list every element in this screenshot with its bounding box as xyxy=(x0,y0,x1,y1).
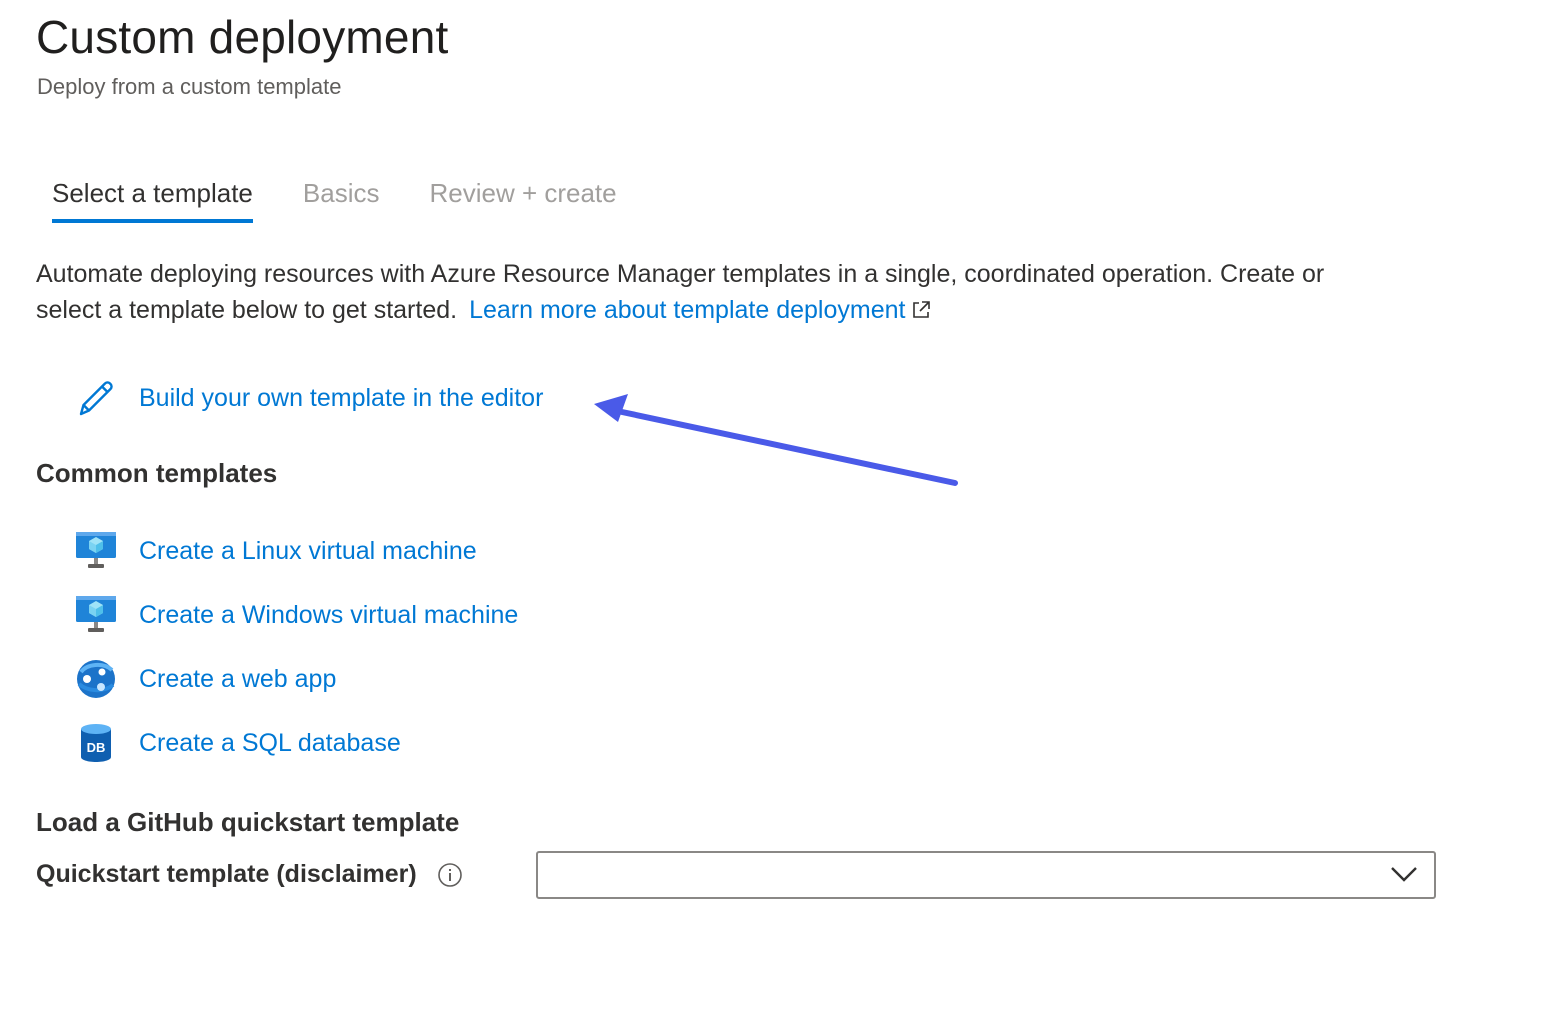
pencil-icon xyxy=(74,376,118,420)
description: Automate deploying resources with Azure … xyxy=(36,256,1396,330)
chevron-down-icon xyxy=(1390,865,1418,888)
common-templates-heading: Common templates xyxy=(36,458,278,488)
template-item-windows-vm[interactable]: Create a Windows virtual machine xyxy=(74,593,518,637)
tab-basics[interactable]: Basics xyxy=(303,178,380,223)
page-title: Custom deployment xyxy=(36,11,449,63)
build-own-template-row[interactable]: Build your own template in the editor xyxy=(74,376,543,420)
db-icon-label: DB xyxy=(87,740,106,755)
template-item-web-app[interactable]: Create a web app xyxy=(74,657,336,701)
template-item-linux-vm[interactable]: Create a Linux virtual machine xyxy=(74,529,477,573)
quickstart-template-dropdown[interactable] xyxy=(536,851,1436,899)
quickstart-template-label: Quickstart template (disclaimer) xyxy=(36,860,463,889)
external-link-icon xyxy=(911,294,931,330)
info-icon[interactable] xyxy=(437,862,463,888)
create-web-app-link[interactable]: Create a web app xyxy=(139,665,336,694)
virtual-machine-icon xyxy=(74,593,118,637)
learn-more-link[interactable]: Learn more about template deployment xyxy=(469,296,931,324)
tab-review-create[interactable]: Review + create xyxy=(429,178,616,223)
create-linux-vm-link[interactable]: Create a Linux virtual machine xyxy=(139,537,477,566)
build-own-template-link[interactable]: Build your own template in the editor xyxy=(139,384,543,413)
web-app-icon xyxy=(74,657,118,701)
page-subtitle: Deploy from a custom template xyxy=(37,74,342,99)
sql-database-icon: DB xyxy=(74,721,118,765)
create-sql-database-link[interactable]: Create a SQL database xyxy=(139,729,401,758)
template-item-sql-database[interactable]: DB Create a SQL database xyxy=(74,721,401,765)
virtual-machine-icon xyxy=(74,529,118,573)
wizard-tabs: Select a template Basics Review + create xyxy=(52,178,667,223)
quickstart-template-label-text: Quickstart template (disclaimer) xyxy=(36,860,417,888)
learn-more-label: Learn more about template deployment xyxy=(469,296,906,324)
github-quickstart-heading: Load a GitHub quickstart template xyxy=(36,807,460,837)
tab-select-a-template[interactable]: Select a template xyxy=(52,178,253,223)
create-windows-vm-link[interactable]: Create a Windows virtual machine xyxy=(139,601,518,630)
